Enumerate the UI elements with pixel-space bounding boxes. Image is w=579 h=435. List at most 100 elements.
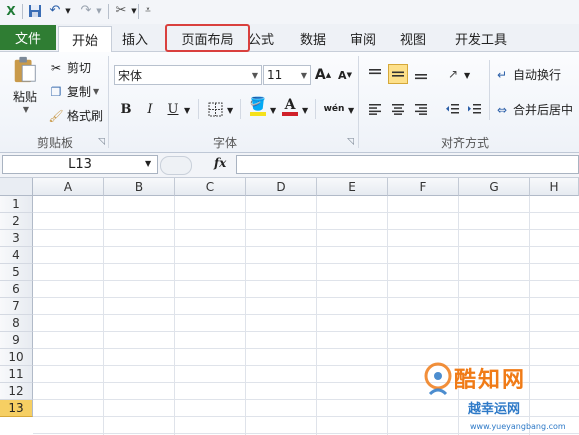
insert-function-icon[interactable]: fx (214, 156, 226, 170)
orientation-icon: ↗ (447, 67, 459, 81)
align-top-button[interactable] (365, 64, 385, 84)
page-layout-highlight-box (165, 24, 250, 52)
excel-app-icon[interactable]: X (3, 3, 19, 19)
row-header-10[interactable]: 10 (0, 349, 33, 366)
align-middle-button[interactable] (388, 64, 408, 84)
tab-data[interactable]: 数据 (292, 26, 334, 50)
font-name-dropdown-icon[interactable]: ▼ (252, 71, 258, 80)
underline-button[interactable]: U (163, 99, 183, 119)
group-divider (358, 56, 359, 148)
shrink-font-icon: ▼ (346, 71, 352, 79)
column-header-g[interactable]: G (459, 178, 530, 196)
toolbar-divider (315, 99, 316, 119)
grow-font-button[interactable]: A ▲ (313, 65, 333, 85)
increase-indent-button[interactable] (464, 99, 484, 119)
align-center-button[interactable] (388, 99, 408, 119)
format-painter-button[interactable]: 🖌 格式刷 (48, 107, 103, 124)
row-header-9[interactable]: 9 (0, 332, 33, 349)
fill-color-button[interactable]: 🪣 (248, 97, 268, 117)
cut-button[interactable]: ✂ 剪切 (48, 59, 91, 76)
column-header-c[interactable]: C (175, 178, 246, 196)
tab-home[interactable]: 开始 (58, 26, 112, 52)
toolbar-divider (489, 60, 490, 120)
watermark-sub: 越幸运网 (468, 402, 521, 417)
font-color-dropdown-icon[interactable]: ▼ (302, 106, 308, 115)
wrap-text-label: 自动换行 (513, 68, 562, 82)
font-group-label: 字体 (212, 136, 237, 150)
phonetic-button[interactable]: wén (321, 99, 347, 119)
orientation-button[interactable]: ↗ (443, 64, 463, 84)
decrease-indent-button[interactable] (442, 99, 462, 119)
clipboard-launcher-icon[interactable]: ◹ (98, 137, 105, 147)
name-box-dropdown-icon[interactable]: ▼ (145, 159, 151, 168)
align-right-button[interactable] (411, 99, 431, 119)
grow-font-icon: ▲ (325, 71, 332, 79)
row-header-2[interactable]: 2 (0, 213, 33, 230)
phonetic-dropdown-icon[interactable]: ▼ (348, 106, 354, 115)
row-header-8[interactable]: 8 (0, 315, 33, 332)
border-dropdown-icon[interactable]: ▼ (227, 106, 233, 115)
font-name-combo[interactable]: 宋体 ▼ (114, 65, 262, 85)
redo-dropdown-icon[interactable]: ▼ (91, 3, 107, 19)
copy-label: 复制 (67, 85, 92, 99)
row-header-13[interactable]: 13 (0, 400, 33, 417)
undo-dropdown-icon[interactable]: ▼ (60, 3, 76, 19)
orientation-dropdown-icon[interactable]: ▼ (464, 71, 470, 80)
save-icon[interactable] (27, 3, 43, 19)
row-header-6[interactable]: 6 (0, 281, 33, 298)
align-top-icon (369, 69, 381, 75)
column-header-a[interactable]: A (33, 178, 104, 196)
column-header-e[interactable]: E (317, 178, 388, 196)
font-launcher-icon[interactable]: ◹ (347, 137, 354, 147)
paste-button[interactable]: 粘贴 ▼ (8, 56, 42, 114)
row-header-5[interactable]: 5 (0, 264, 33, 281)
cut-label: 剪切 (67, 61, 92, 75)
toolbar-divider (22, 4, 23, 19)
font-size-combo[interactable]: 11 ▼ (263, 65, 311, 85)
column-header-h[interactable]: H (530, 178, 579, 196)
column-header-f[interactable]: F (388, 178, 459, 196)
font-color-button[interactable]: A (280, 97, 300, 117)
copy-button[interactable]: ❐ 复制 ▼ (48, 83, 100, 100)
formula-input[interactable] (236, 155, 579, 174)
row-header-3[interactable]: 3 (0, 230, 33, 247)
align-right-icon (415, 104, 427, 115)
fill-color-dropdown-icon[interactable]: ▼ (270, 106, 276, 115)
tab-insert[interactable]: 插入 (114, 26, 156, 50)
quick-access-toolbar: X ↶ ▼ ↷ ▼ ✂ ▼ ⩡ (0, 0, 579, 25)
select-all-corner[interactable] (0, 178, 33, 196)
name-box[interactable]: L13 (2, 155, 158, 174)
font-size-dropdown-icon[interactable]: ▼ (301, 71, 307, 80)
row-header-4[interactable]: 4 (0, 247, 33, 264)
align-left-button[interactable] (365, 99, 385, 119)
wrap-text-button[interactable]: ↵ 自动换行 (494, 66, 561, 83)
formula-bar-splitter[interactable] (160, 156, 192, 175)
font-color-icon: A (284, 97, 296, 113)
shrink-font-button[interactable]: A ▼ (335, 65, 355, 85)
border-button[interactable] (205, 99, 225, 119)
tab-view[interactable]: 视图 (392, 26, 434, 50)
font-name-value: 宋体 (118, 68, 143, 83)
row-header-7[interactable]: 7 (0, 298, 33, 315)
bold-button[interactable]: B (116, 99, 136, 119)
merge-center-button[interactable]: ⇔ 合并后居中 (494, 101, 573, 118)
row-header-12[interactable]: 12 (0, 383, 33, 400)
grow-font-label: A (314, 67, 326, 83)
align-bottom-button[interactable] (411, 64, 431, 84)
column-header-b[interactable]: B (104, 178, 175, 196)
column-header-d[interactable]: D (246, 178, 317, 196)
brush-icon: 🖌 (48, 108, 64, 123)
scissors-icon: ✂ (50, 60, 62, 75)
clipboard-group-label: 剪贴板 (36, 136, 73, 150)
tab-developer[interactable]: 开发工具 (446, 26, 516, 50)
font-size-value: 11 (267, 68, 283, 82)
ribbon-tab-bar: 文件 开始 插入 页面布局 公式 数据 审阅 视图 开发工具 (0, 24, 579, 52)
italic-button[interactable]: I (140, 99, 160, 119)
customize-toolbar-icon[interactable]: ⩡ (140, 3, 156, 19)
tab-review[interactable]: 审阅 (342, 26, 384, 50)
toolbar-divider (198, 99, 199, 119)
row-header-1[interactable]: 1 (0, 196, 33, 213)
tab-file[interactable]: 文件 (0, 25, 56, 50)
row-header-11[interactable]: 11 (0, 366, 33, 383)
underline-dropdown-icon[interactable]: ▼ (184, 106, 190, 115)
